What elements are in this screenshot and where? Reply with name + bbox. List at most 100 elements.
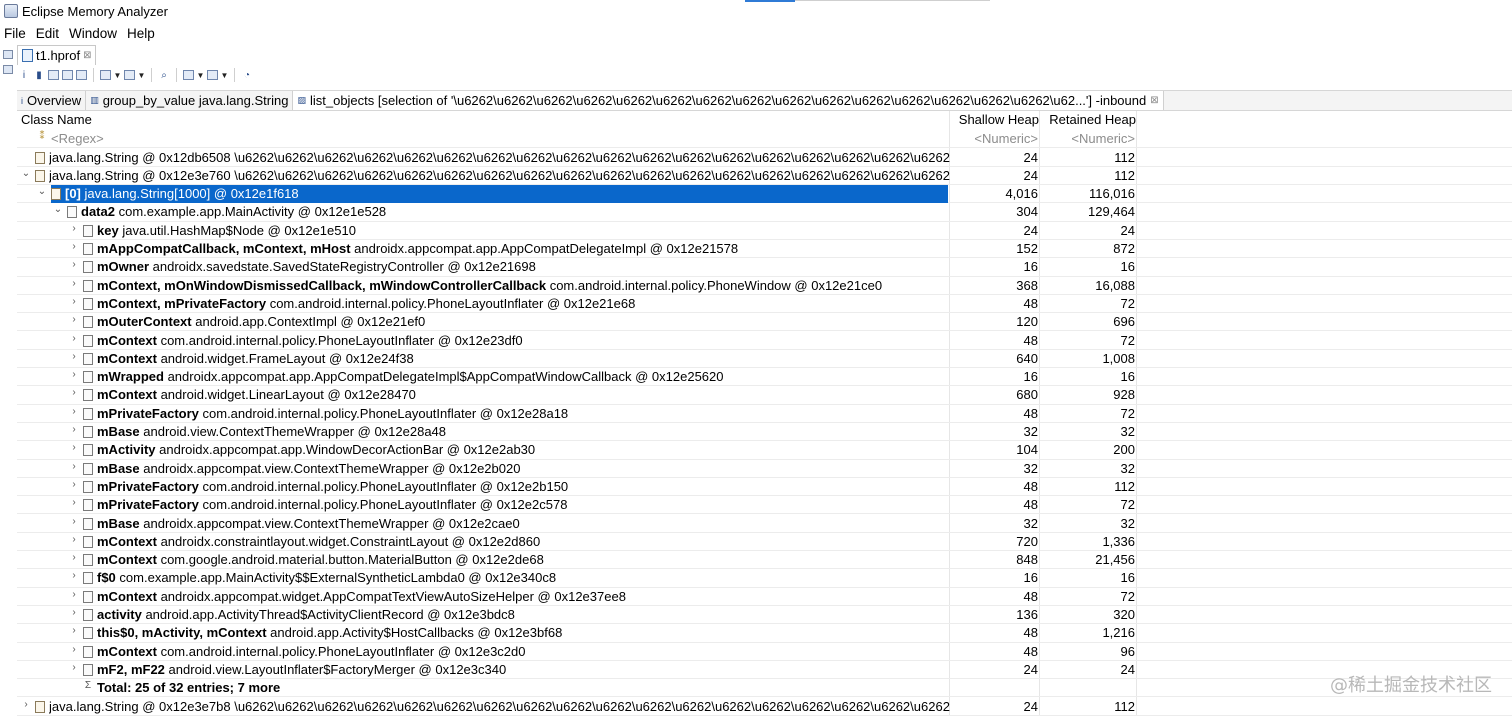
menu-file[interactable]: File [4,26,26,41]
table-row[interactable]: › mContext android.widget.FrameLayout @ 0… [17,350,1512,369]
chevron-right-icon[interactable]: › [69,552,79,563]
chevron-down-icon[interactable]: ▼ [197,69,205,81]
table-row[interactable]: › activity android.app.ActivityThread$Act… [17,606,1512,625]
column-header-shallow-heap[interactable]: Shallow Heap [950,112,1039,127]
table-row[interactable]: › mF2, mF22 android.view.LayoutInflater$F… [17,661,1512,680]
chevron-right-icon[interactable]: › [21,699,31,710]
chevron-down-icon[interactable]: ⌄ [53,204,63,215]
table-row[interactable]: › mContext com.android.internal.policy.Ph… [17,332,1512,350]
chevron-right-icon[interactable]: › [69,589,79,600]
layout-icon[interactable] [183,70,194,80]
row-class-name: f$0 com.example.app.MainActivity$$Extern… [97,570,556,585]
filter-shallow-input[interactable]: <Numeric> [950,131,1038,146]
chevron-right-icon[interactable]: › [69,662,79,673]
table-row[interactable]: › mOwner androidx.savedstate.SavedStateRe… [17,258,1512,277]
histogram-icon[interactable]: ▮ [33,69,45,81]
table-row[interactable]: › mContext, mOnWindowDismissedCallback, m… [17,277,1512,295]
chevron-right-icon[interactable]: › [69,644,79,655]
row-object-text: com.android.internal.policy.PhoneLayoutI… [202,497,568,513]
chevron-right-icon[interactable]: › [69,241,79,252]
tab-group-by-value[interactable]: ▥ group_by_value java.lang.String [86,91,294,110]
chevron-right-icon[interactable]: › [69,479,79,490]
chevron-right-icon[interactable]: › [69,406,79,417]
query-browser-icon[interactable] [124,70,135,80]
table-row[interactable]: › mContext, mPrivateFactory com.android.i… [17,295,1512,314]
editor-tab-t1-hprof[interactable]: t1.hprof ⊠ [17,45,97,65]
table-row[interactable]: java.lang.String @ 0x12db6508 \u6262\u62… [17,149,1512,167]
chevron-right-icon[interactable]: › [69,497,79,508]
menu-edit[interactable]: Edit [36,26,59,41]
tab-overview[interactable]: i Overview [17,91,87,110]
table-row[interactable]: › this$0, mActivity, mContext android.app… [17,624,1512,643]
table-row[interactable]: › mPrivateFactory com.android.internal.po… [17,496,1512,515]
chevron-down-icon[interactable]: ⌄ [37,186,47,197]
table-row[interactable]: › mAppCompatCallback, mContext, mHost and… [17,240,1512,259]
table-row[interactable]: › mContext android.widget.LinearLayout @ … [17,386,1512,405]
chevron-down-icon[interactable]: ▼ [221,69,229,81]
chevron-right-icon[interactable]: › [69,259,79,270]
search-icon[interactable]: ⌕ [158,69,170,81]
row-shallow-heap: 16 [1023,369,1038,385]
chevron-right-icon[interactable]: › [69,607,79,618]
table-row[interactable]: › mPrivateFactory com.android.internal.po… [17,405,1512,423]
oql-icon[interactable] [62,70,73,80]
table-row[interactable]: › f$0 com.example.app.MainActivity$$Exter… [17,569,1512,588]
column-header-class-name[interactable]: Class Name [21,112,92,127]
chevron-right-icon[interactable]: › [69,534,79,545]
chevron-right-icon[interactable]: › [69,223,79,234]
column-header-retained-heap[interactable]: Retained Heap [1041,112,1136,127]
thread-overview-icon[interactable] [76,70,87,80]
menu-window[interactable]: Window [69,26,117,41]
chevron-right-icon[interactable]: › [69,351,79,362]
chevron-right-icon[interactable]: › [69,314,79,325]
table-row[interactable]: › key java.util.HashMap$Node @ 0x12e1e510… [17,222,1512,240]
chevron-right-icon[interactable]: › [69,369,79,380]
filter-regex-input[interactable]: <Regex> [51,131,104,146]
chevron-right-icon[interactable]: › [69,625,79,636]
table-row[interactable]: › mBase androidx.appcompat.view.ContextTh… [17,460,1512,478]
chevron-right-icon[interactable]: › [69,570,79,581]
table-row[interactable]: › mContext androidx.appcompat.widget.AppC… [17,588,1512,606]
chevron-down-icon[interactable]: ▼ [138,69,146,81]
tab-list-objects[interactable]: ▨ list_objects [selection of '\u6262\u62… [293,91,1164,110]
table-row[interactable]: ⌄ java.lang.String @ 0x12e3e760 \u6262\u6… [17,167,1512,186]
chevron-right-icon[interactable]: › [69,296,79,307]
chevron-right-icon[interactable]: › [69,461,79,472]
chevron-right-icon[interactable]: › [69,278,79,289]
dominator-tree-icon[interactable] [48,70,59,80]
row-object-text: java.lang.String @ 0x12e3e760 \u6262\u62… [49,167,950,183]
restore-icon[interactable] [3,50,13,59]
chevron-right-icon[interactable]: › [69,333,79,344]
table-row[interactable]: › mBase androidx.appcompat.view.ContextTh… [17,515,1512,533]
title-accent [745,0,795,2]
export-icon[interactable] [207,70,218,80]
table-row[interactable]: › java.lang.String @ 0x12e3e7b8 \u6262\u6… [17,698,1512,716]
reports-icon[interactable] [100,70,111,80]
chevron-down-icon[interactable]: ⌄ [21,168,31,179]
object-icon [83,462,93,475]
table-row[interactable]: › mActivity androidx.appcompat.app.Window… [17,441,1512,460]
table-row[interactable]: › mWrapped androidx.appcompat.app.AppComp… [17,368,1512,387]
filter-retained-input[interactable]: <Numeric> [1041,131,1135,146]
heap-dump-icon[interactable] [3,65,13,74]
table-row[interactable]: › mContext androidx.constraintlayout.widg… [17,533,1512,552]
chevron-right-icon[interactable]: › [69,516,79,527]
chevron-right-icon[interactable]: › [69,442,79,453]
chevron-right-icon[interactable]: › [69,387,79,398]
pie-chart-icon[interactable]: ◔ [241,69,253,81]
close-icon[interactable]: ⊠ [83,50,91,61]
table-row[interactable]: › mPrivateFactory com.android.internal.po… [17,478,1512,497]
table-row[interactable]: › mContext com.google.android.material.bu… [17,551,1512,570]
table-row[interactable]: › mBase android.view.ContextThemeWrapper … [17,423,1512,442]
table-row[interactable]: › mContext com.android.internal.policy.Ph… [17,643,1512,661]
total-row[interactable]: Σ Total: 25 of 32 entries; 7 more [17,679,1512,698]
info-icon[interactable]: i [18,69,30,81]
close-icon[interactable]: ⊠ [1150,95,1158,106]
object-icon [83,334,93,347]
chevron-down-icon[interactable]: ▼ [114,69,122,81]
table-row[interactable]: › mOuterContext android.app.ContextImpl @… [17,313,1512,332]
table-row[interactable]: ⌄ [0] java.lang.String[1000] @ 0x12e1f618… [17,185,1512,204]
menu-help[interactable]: Help [127,26,155,41]
table-row[interactable]: ⌄ data2 com.example.app.MainActivity @ 0x… [17,203,1512,222]
chevron-right-icon[interactable]: › [69,424,79,435]
